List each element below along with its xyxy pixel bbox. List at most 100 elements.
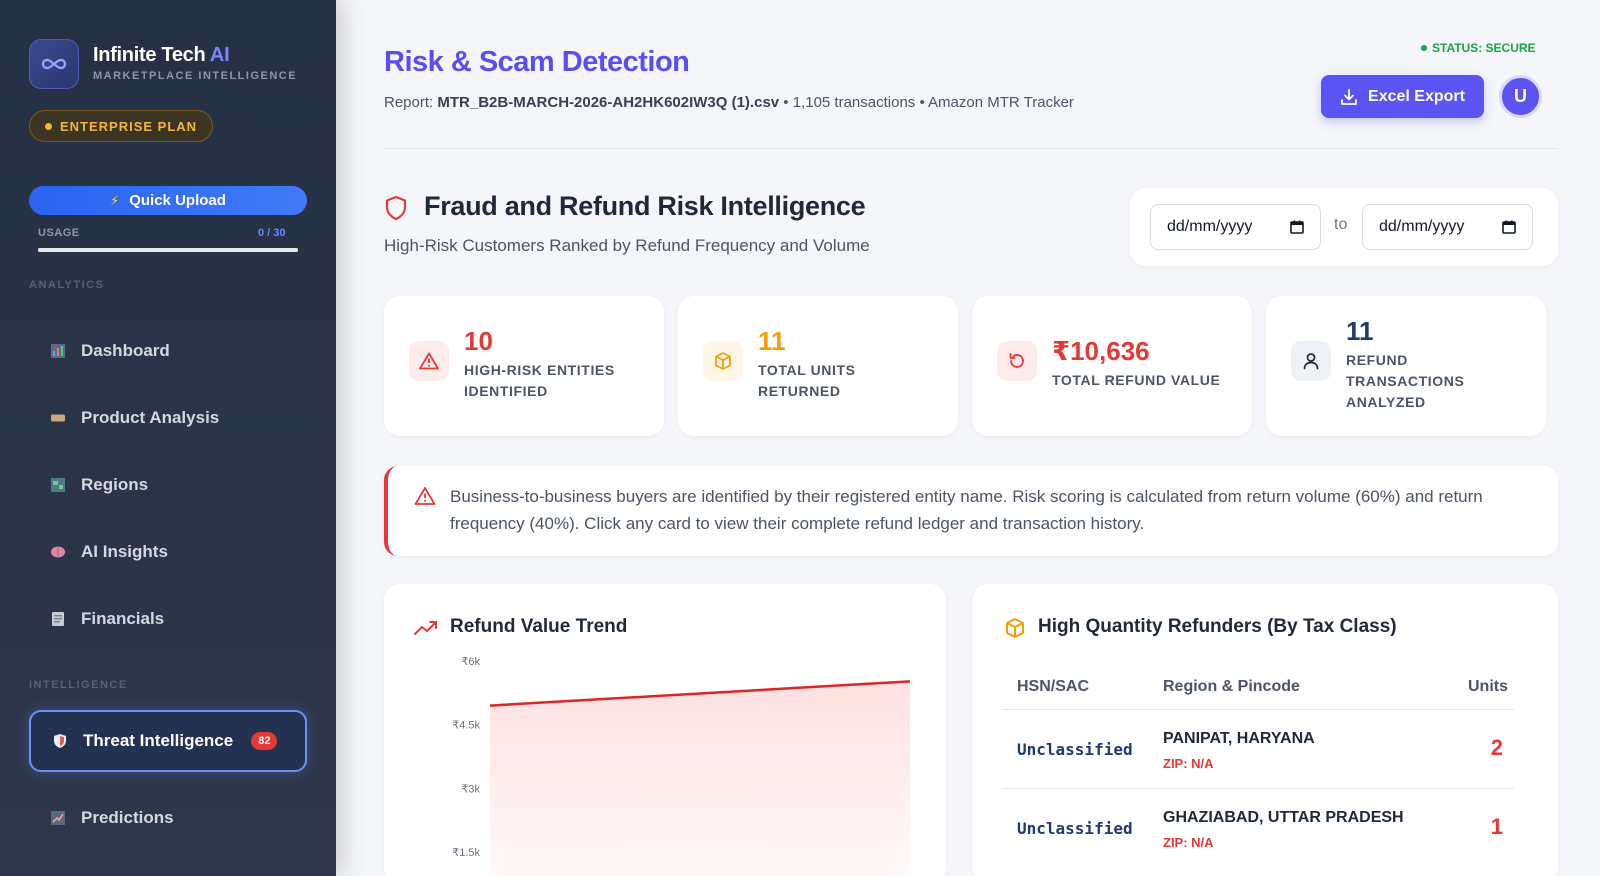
panel-title: High Quantity Refunders (By Tax Class) <box>1038 616 1397 637</box>
kpi-total-units-returned[interactable]: 11 TOTAL UNITS RETURNED <box>678 296 958 436</box>
y-tick-label: ₹6k <box>461 656 480 668</box>
infinity-icon <box>41 58 67 70</box>
usage-bar-fill <box>38 248 298 252</box>
kpi-value: 11 <box>758 326 786 356</box>
sidebar-item-label: Product Analysis <box>81 408 220 427</box>
date-to-input[interactable]: dd/mm/yyyy <box>1362 204 1533 250</box>
brand-subtitle: MARKETPLACE INTELLIGENCE <box>93 70 298 82</box>
excel-export-label: Excel Export <box>1368 87 1465 105</box>
units-cell: 1 <box>1490 814 1503 839</box>
usage-label: USAGE <box>38 227 80 239</box>
usage-count: 0 / 30 <box>258 227 286 239</box>
lightning-icon: ⚡ <box>110 192 120 208</box>
hsn-cell: Unclassified <box>1017 819 1133 838</box>
kpi-total-refund-value[interactable]: ₹10,636 TOTAL REFUND VALUE <box>972 296 1252 436</box>
sidebar-item-dashboard[interactable]: Dashboard <box>29 326 307 376</box>
sidebar-item-regions[interactable]: Regions <box>29 460 307 510</box>
date-from-input[interactable]: dd/mm/yyyy <box>1150 204 1321 250</box>
section-subtitle: High-Risk Customers Ranked by Refund Fre… <box>384 236 870 255</box>
calendar-icon[interactable] <box>1290 220 1304 234</box>
quick-upload-label: Quick Upload <box>129 192 226 209</box>
header-divider <box>384 148 1558 149</box>
brain-icon <box>51 545 65 559</box>
excel-export-button[interactable]: Excel Export <box>1321 75 1484 118</box>
kpi-value: 10 <box>464 326 493 356</box>
sidebar-item-threat-intelligence[interactable]: Threat Intelligence 82 <box>29 710 307 772</box>
column-header-region[interactable]: Region & Pincode <box>1163 678 1300 696</box>
status-indicator: STATUS: SECURE <box>1421 41 1536 55</box>
status-dot <box>1421 45 1427 51</box>
sidebar-item-financials[interactable]: Financials <box>29 594 307 644</box>
notification-badge: 82 <box>251 732 278 750</box>
package-icon <box>1006 618 1024 638</box>
kpi-refund-transactions[interactable]: 11 REFUND TRANSACTIONS ANALYZED <box>1266 296 1546 436</box>
kpi-label: HIGH-RISK ENTITIES IDENTIFIED <box>464 362 615 399</box>
kpi-label: TOTAL REFUND VALUE <box>1052 372 1221 388</box>
sidebar-item-product-analysis[interactable]: Product Analysis <box>29 393 307 443</box>
download-icon <box>1341 88 1357 105</box>
date-from-value: dd/mm/yyyy <box>1167 218 1253 235</box>
region-cell: PANIPAT, HARYANA <box>1163 730 1315 747</box>
user-icon <box>1291 341 1331 381</box>
row-divider <box>1002 788 1514 789</box>
date-range-filter: dd/mm/yyyy to dd/mm/yyyy <box>1130 188 1558 266</box>
kpi-high-risk-entities[interactable]: 10 HIGH-RISK ENTITIES IDENTIFIED <box>384 296 664 436</box>
status-text: STATUS: SECURE <box>1432 41 1536 55</box>
header-divider <box>1002 709 1514 710</box>
sidebar-item-ai-insights[interactable]: AI Insights <box>29 527 307 577</box>
refund-trend-chart: ₹6k ₹4.5k ₹3k ₹1.5k <box>452 656 911 876</box>
sidebar-item-label: Regions <box>81 475 149 494</box>
y-tick-label: ₹4.5k <box>452 720 480 732</box>
map-icon <box>51 478 65 492</box>
tag-icon <box>51 411 65 425</box>
page-title: Risk & Scam Detection <box>384 46 690 78</box>
series-area <box>490 681 910 876</box>
receipt-icon <box>51 612 65 626</box>
plan-dot <box>45 122 52 130</box>
sidebar-item-label: Predictions <box>81 808 174 827</box>
column-header-units[interactable]: Units <box>1468 678 1508 696</box>
refund-trend-panel: Refund Value Trend ₹6k ₹4.5k ₹3k ₹1.5k <box>384 584 946 876</box>
trend-chart-icon <box>51 811 65 825</box>
brand-name: Infinite Tech AI <box>93 44 230 66</box>
y-tick-label: ₹3k <box>461 783 480 795</box>
sidebar-item-label: Dashboard <box>81 341 170 360</box>
report-filename: MTR_B2B-MARCH-2026-AH2HK602IW3Q (1).csv <box>437 94 780 111</box>
sidebar-item-label: Financials <box>81 609 165 628</box>
info-alert: Business-to-business buyers are identifi… <box>384 466 1558 556</box>
hsn-cell: Unclassified <box>1017 740 1133 759</box>
calendar-icon[interactable] <box>1502 220 1516 234</box>
kpi-label: REFUND TRANSACTIONS ANALYZED <box>1346 352 1465 410</box>
sidebar-item-predictions[interactable]: Predictions <box>29 793 307 843</box>
kpi-value: ₹10,636 <box>1052 336 1150 366</box>
zip-cell: ZIP: N/A <box>1163 835 1214 850</box>
date-range-separator: to <box>1334 216 1348 233</box>
date-to-value: dd/mm/yyyy <box>1379 218 1465 235</box>
shield-icon <box>53 734 67 748</box>
sidebar: Infinite Tech AI MARKETPLACE INTELLIGENC… <box>0 0 336 876</box>
section-analytics: ANALYTICS <box>29 279 105 291</box>
report-label: Report: <box>384 94 434 111</box>
logo[interactable] <box>29 39 79 89</box>
units-cell: 2 <box>1490 735 1503 760</box>
warning-icon <box>409 341 449 381</box>
plan-label: ENTERPRISE PLAN <box>60 118 198 134</box>
high-quantity-refunders-panel: High Quantity Refunders (By Tax Class) H… <box>972 584 1558 876</box>
y-tick-label: ₹1.5k <box>452 847 480 859</box>
shield-icon <box>385 195 407 221</box>
main-content: Risk & Scam Detection Report: MTR_B2B-MA… <box>336 0 1600 876</box>
bar-chart-icon <box>51 344 65 358</box>
kpi-label: TOTAL UNITS RETURNED <box>758 362 856 399</box>
section-title: Fraud and Refund Risk Intelligence <box>424 191 866 221</box>
report-info: Report: MTR_B2B-MARCH-2026-AH2HK602IW3Q … <box>384 94 1074 111</box>
sidebar-item-label: Threat Intelligence <box>83 731 234 750</box>
column-header-hsn[interactable]: HSN/SAC <box>1017 678 1089 696</box>
user-avatar[interactable]: U <box>1499 75 1542 118</box>
sidebar-item-label: AI Insights <box>81 542 168 561</box>
kpi-value: 11 <box>1346 316 1374 346</box>
region-cell: GHAZIABAD, UTTAR PRADESH <box>1163 809 1404 826</box>
plan-badge: ENTERPRISE PLAN <box>29 110 214 142</box>
quick-upload-button[interactable]: ⚡ Quick Upload <box>29 186 307 215</box>
alert-text: Business-to-business buyers are identifi… <box>450 487 1483 533</box>
section-intelligence: INTELLIGENCE <box>29 679 128 691</box>
